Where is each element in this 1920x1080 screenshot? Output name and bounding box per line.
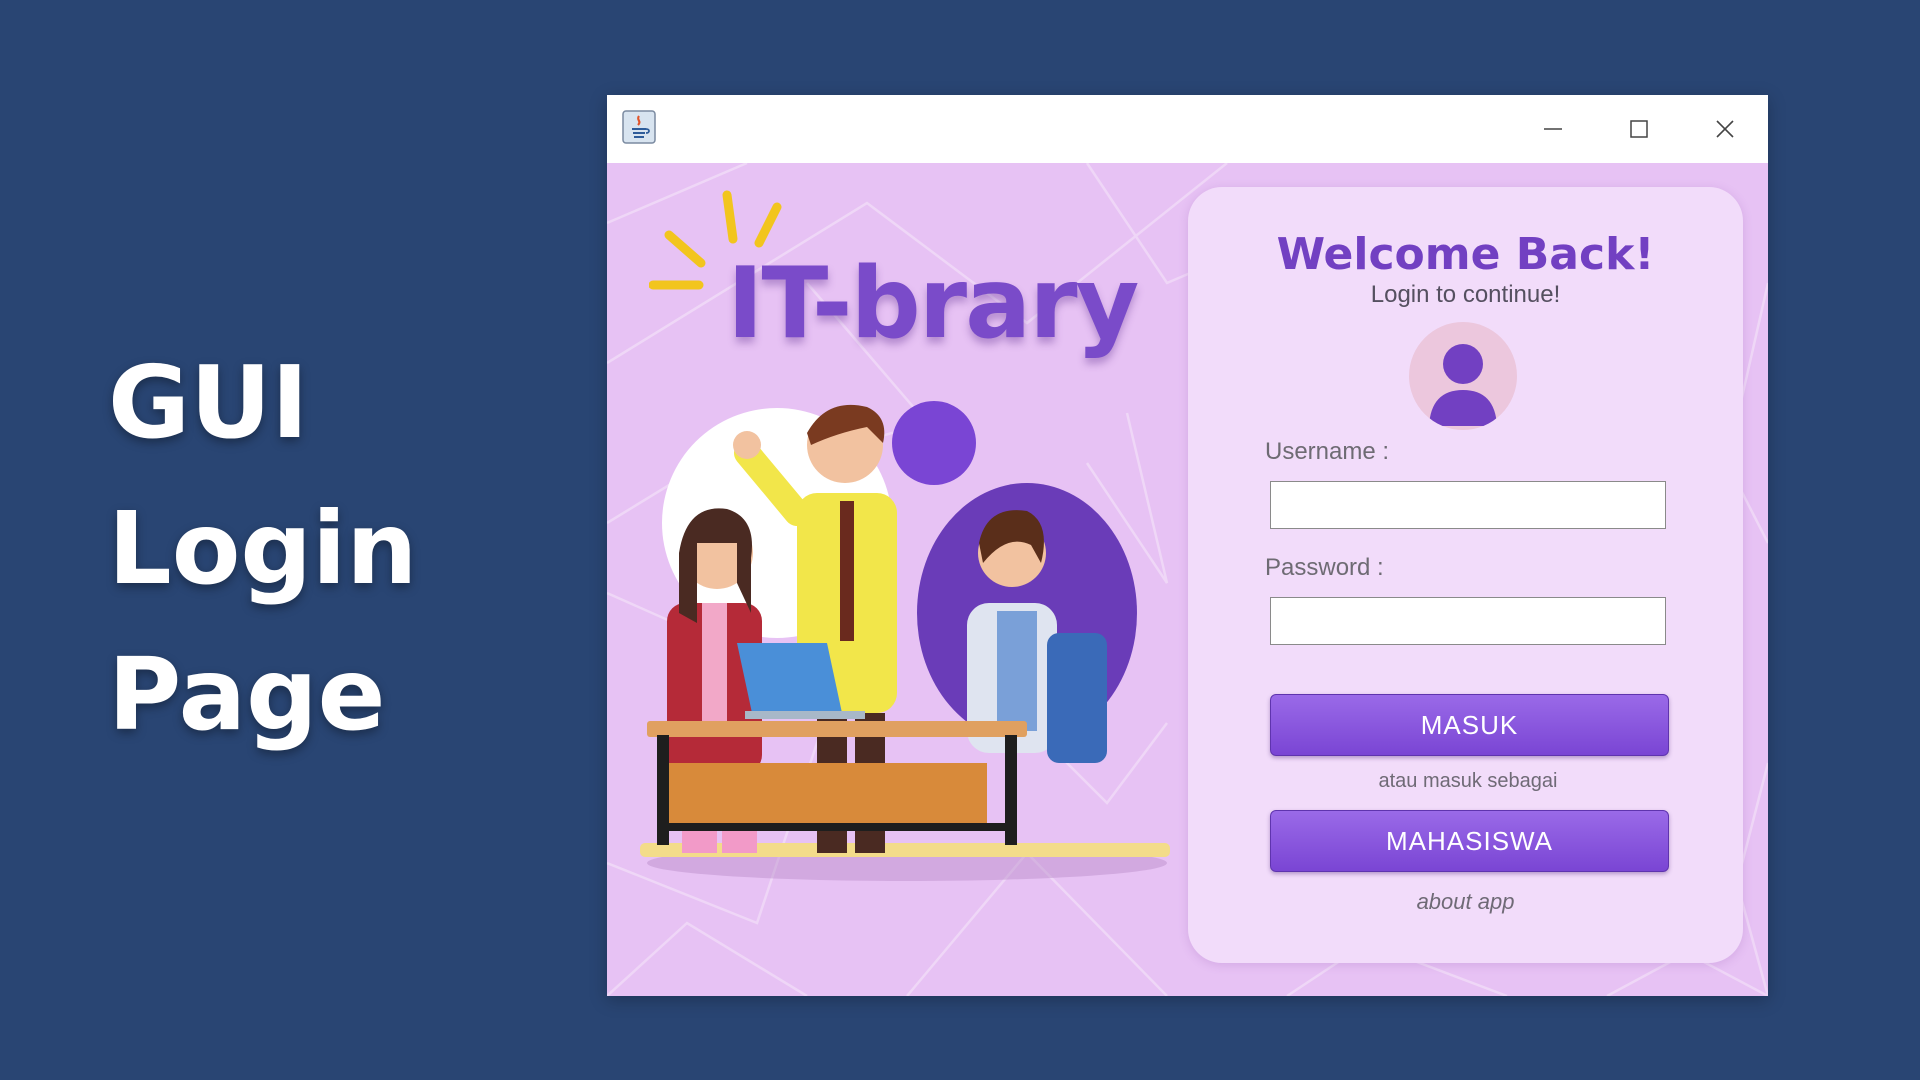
masuk-button-label: MASUK	[1420, 709, 1519, 740]
close-icon	[1716, 120, 1734, 138]
close-button[interactable]	[1682, 95, 1768, 163]
avatar	[1409, 322, 1517, 430]
welcome-subtitle: Login to continue!	[1370, 281, 1561, 308]
slide-title: GUI Login Page	[108, 330, 417, 768]
user-icon	[1429, 344, 1497, 426]
team-illustration	[640, 401, 1170, 881]
password-label: Password :	[1265, 554, 1384, 581]
app-logo: IT-brary	[727, 247, 1139, 361]
minimize-icon	[1544, 128, 1562, 130]
window-content: IT-brary Welcome Back! Login to continue…	[607, 163, 1768, 996]
java-app-icon[interactable]	[622, 110, 656, 144]
alternative-login-text: atau masuk sebagai	[1378, 770, 1558, 792]
about-app-link[interactable]: about app	[1188, 889, 1743, 915]
welcome-title: Welcome Back!	[1276, 229, 1655, 280]
mahasiswa-button[interactable]: MAHASISWA	[1270, 810, 1669, 872]
login-card: Welcome Back! Login to continue! Usernam…	[1188, 187, 1743, 963]
password-input[interactable]	[1270, 597, 1666, 645]
slide-title-line: Page	[108, 636, 386, 753]
mahasiswa-button-label: MAHASISWA	[1386, 825, 1553, 856]
login-window: IT-brary Welcome Back! Login to continue…	[607, 95, 1768, 996]
slide-title-line: Login	[108, 490, 418, 607]
slide-title-line: GUI	[108, 344, 309, 461]
window-titlebar[interactable]	[607, 95, 1768, 163]
masuk-button[interactable]: MASUK	[1270, 694, 1669, 756]
maximize-icon	[1630, 120, 1648, 138]
minimize-button[interactable]	[1510, 95, 1596, 163]
maximize-button[interactable]	[1596, 95, 1682, 163]
username-label: Username :	[1265, 438, 1390, 465]
username-input[interactable]	[1270, 481, 1666, 529]
